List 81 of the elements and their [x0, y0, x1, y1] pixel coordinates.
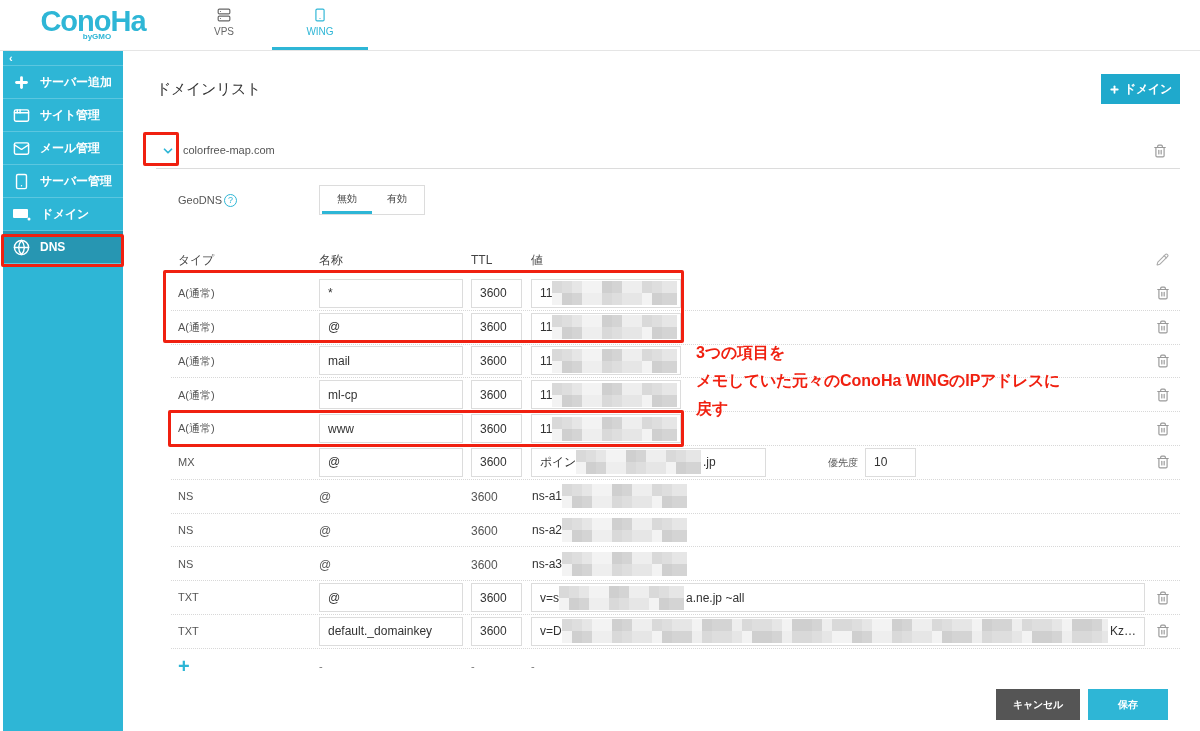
name-field[interactable]: default._domainkey — [319, 616, 463, 646]
value-field[interactable]: 11 — [531, 414, 681, 444]
delete-icon[interactable] — [1155, 320, 1170, 335]
ttl-field[interactable]: 3600 — [471, 312, 522, 342]
name-field[interactable]: @ — [319, 312, 463, 342]
name-text: @ — [319, 557, 332, 572]
value-field[interactable]: 11 — [531, 312, 681, 342]
ttl-field[interactable]: 3600 — [471, 346, 522, 376]
annotation-text: 3つの項目を — [696, 343, 786, 363]
delete-icon[interactable] — [1153, 143, 1167, 158]
ttl-field[interactable]: 3600 — [471, 447, 522, 477]
ttl-text: 3600 — [471, 523, 498, 538]
record-type: NS — [177, 488, 195, 504]
delete-icon[interactable] — [1155, 354, 1170, 368]
cancel-button[interactable]: キャンセル — [996, 688, 1080, 720]
ttl-field[interactable]: 3600 — [471, 414, 522, 444]
ttl-field[interactable]: 3600 — [471, 278, 522, 308]
record-type: A(通常) — [177, 387, 216, 403]
ttl-field[interactable]: 3600 — [471, 380, 522, 410]
delete-icon[interactable] — [1155, 286, 1170, 301]
value-field[interactable]: 11 — [531, 380, 681, 410]
value-field[interactable]: ポイン .jp — [531, 447, 766, 477]
delete-icon[interactable] — [1155, 387, 1170, 402]
ttl-field[interactable]: 3600 — [471, 616, 522, 646]
priority-label: 優先度 — [828, 455, 858, 470]
name-field[interactable]: @ — [319, 583, 463, 613]
value-field[interactable]: v=D Kz… — [531, 616, 1145, 646]
geodns-label: GeoDNS — [177, 192, 221, 208]
highlight-frame — [143, 132, 179, 166]
ttl-text: 3600 — [471, 557, 498, 572]
segment-option[interactable]: 有効 — [372, 186, 422, 214]
delete-icon[interactable] — [1155, 421, 1170, 436]
plus-icon — [13, 73, 30, 91]
ttl-text: 3600 — [471, 490, 498, 505]
name-text: - — [319, 658, 324, 674]
record-type: NS — [177, 556, 195, 572]
domain-name: colorfree-map.com — [183, 143, 276, 159]
name-field[interactable]: mail — [319, 346, 463, 376]
name-text: @ — [319, 490, 332, 505]
record-type: TXT — [177, 590, 200, 606]
delete-icon[interactable] — [1155, 624, 1170, 639]
mail-icon — [13, 139, 30, 157]
annotation-text: 戻す — [696, 399, 729, 419]
delete-icon[interactable] — [1155, 455, 1170, 470]
globe-icon — [13, 238, 30, 256]
ttl-field[interactable]: 3600 — [471, 583, 522, 613]
name-field[interactable]: ml-cp — [319, 380, 463, 410]
value-text: - — [531, 658, 535, 674]
domain-card-icon — [13, 207, 31, 221]
record-type: NS — [177, 522, 195, 538]
record-type: MX — [177, 455, 196, 471]
record-type: A(通常) — [177, 286, 216, 302]
name-field[interactable]: @ — [319, 447, 463, 477]
record-type: A(通常) — [177, 353, 216, 369]
delete-icon[interactable] — [1155, 590, 1170, 605]
value-text: ns-a3 — [531, 551, 688, 576]
value-field[interactable]: v=s a.ne.jp ~all — [531, 583, 1145, 613]
column-header: タイプ — [177, 251, 216, 269]
device-icon — [313, 8, 327, 22]
plus-icon — [1109, 83, 1120, 95]
record-type: TXT — [177, 624, 200, 640]
segment-option[interactable]: 無効 — [322, 186, 372, 214]
page-title: ドメインリスト — [156, 78, 261, 99]
name-field[interactable]: www — [319, 414, 463, 444]
window-icon — [13, 106, 30, 124]
value-field[interactable]: 11 — [531, 346, 681, 376]
ttl-text: - — [471, 658, 476, 674]
priority-field[interactable]: 10 — [865, 447, 916, 477]
edit-icon[interactable] — [1156, 253, 1169, 266]
value-field[interactable]: 11 — [531, 278, 681, 308]
name-text: @ — [319, 523, 332, 538]
column-header: TTL — [471, 251, 494, 269]
column-header: 値 — [531, 251, 544, 269]
annotation-text: メモしていた元々のConoHa WINGのIPアドレスに — [696, 371, 1061, 391]
name-field[interactable]: * — [319, 278, 463, 308]
value-text: ns-a1 — [531, 484, 688, 509]
column-header: 名称 — [319, 251, 344, 269]
record-type: A(通常) — [177, 319, 216, 335]
record-type: A(通常) — [177, 421, 216, 437]
value-text: ns-a2 — [531, 517, 688, 542]
nav-tab[interactable]: VPS — [176, 0, 272, 50]
